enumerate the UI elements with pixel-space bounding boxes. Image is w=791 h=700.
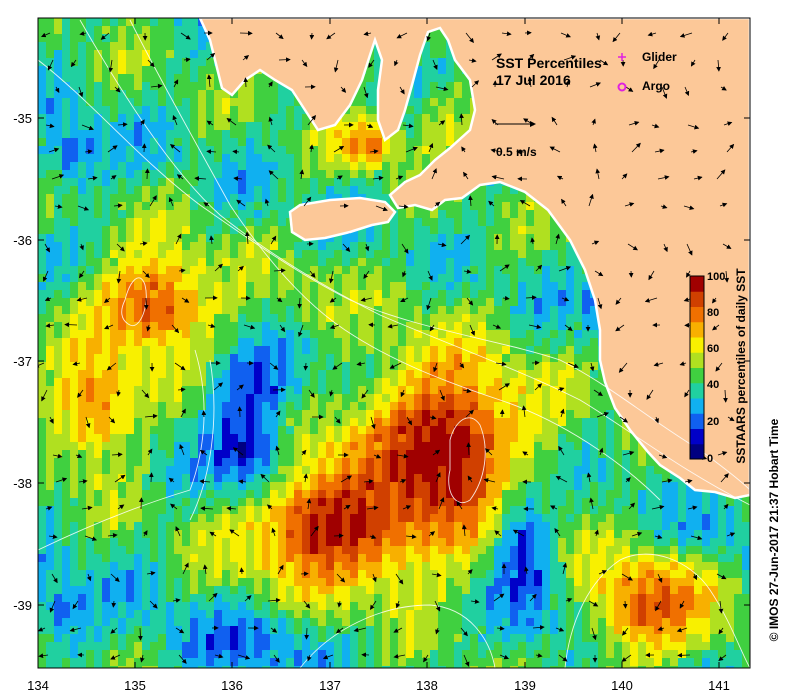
colorbar-segment bbox=[690, 413, 704, 429]
x-tick-label: 141 bbox=[708, 678, 730, 693]
colorbar-segment bbox=[690, 321, 704, 338]
legend-label: Glider bbox=[642, 50, 677, 64]
colorbar-tick-label: 60 bbox=[707, 343, 719, 355]
legend-label: Argo bbox=[642, 79, 670, 93]
colorbar-tick-label: 0 bbox=[707, 453, 713, 465]
y-tick-label: -35 bbox=[13, 111, 32, 126]
x-tick-label: 135 bbox=[124, 678, 146, 693]
colorbar-tick-label: 40 bbox=[707, 379, 719, 391]
colorbar-segment bbox=[690, 367, 704, 384]
y-tick-label: -38 bbox=[13, 476, 32, 491]
x-tick-label: 139 bbox=[514, 678, 536, 693]
colorbar-tick-label: 80 bbox=[707, 307, 719, 319]
x-tick-label: 137 bbox=[319, 678, 341, 693]
x-tick-label: 138 bbox=[416, 678, 438, 693]
x-tick-label: 134 bbox=[27, 678, 49, 693]
x-axis-labels: 134 135 136 137 138 139 140 141 bbox=[27, 678, 730, 693]
colorbar-label: SSTAARS percentiles of daily SST bbox=[734, 268, 748, 464]
scale-arrow-label: 0.5 m/s bbox=[496, 145, 537, 159]
colorbar-tick-label: 20 bbox=[707, 416, 719, 428]
map-date: 17 Jul 2016 bbox=[496, 72, 571, 88]
colorbar-segment bbox=[690, 337, 704, 353]
colorbar-segment bbox=[690, 291, 704, 307]
colorbar-segment bbox=[690, 352, 704, 368]
map-plot-area bbox=[38, 18, 750, 668]
colorbar-segment bbox=[690, 306, 704, 323]
x-tick-label: 136 bbox=[221, 678, 243, 693]
map-title: SST Percentiles bbox=[496, 55, 602, 71]
x-tick-label: 140 bbox=[611, 678, 633, 693]
y-tick-label: -36 bbox=[13, 233, 32, 248]
sst-map-figure: 134 135 136 137 138 139 140 141 -35 -36 … bbox=[13, 17, 781, 693]
colorbar-segment bbox=[690, 443, 704, 460]
colorbar-tick-label: 100 bbox=[707, 271, 725, 283]
colorbar-segment bbox=[690, 276, 704, 292]
y-tick-label: -39 bbox=[13, 598, 32, 613]
colorbar-segment bbox=[690, 428, 704, 445]
colorbar bbox=[689, 275, 705, 460]
imos-credit: © IMOS 27-Jun-2017 21:37 Hobart Time bbox=[767, 418, 781, 641]
y-tick-label: -37 bbox=[13, 354, 32, 369]
colorbar-segment bbox=[690, 398, 704, 414]
y-axis-labels: -35 -36 -37 -38 -39 bbox=[13, 111, 32, 613]
colorbar-segment bbox=[690, 382, 704, 399]
